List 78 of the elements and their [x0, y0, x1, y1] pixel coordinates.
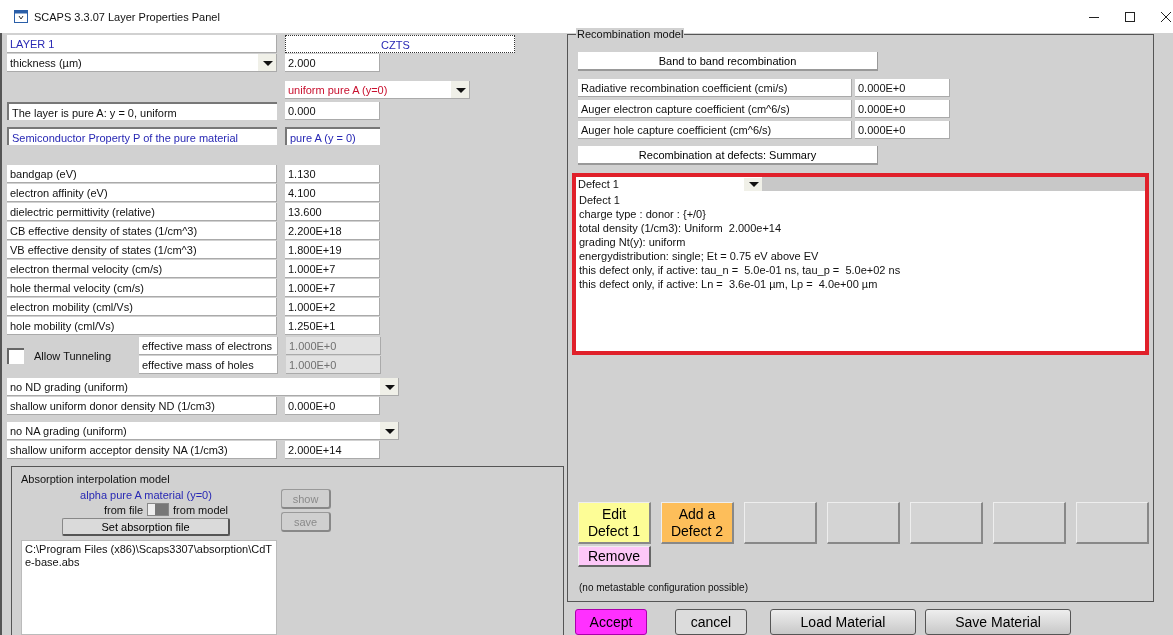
parameter-label: electron thermal velocity (cm/s) [7, 260, 277, 278]
parameter-label: electron mobility (cml/Vs) [7, 298, 277, 316]
save-button[interactable]: Save Material [925, 609, 1071, 635]
toggle-label: from file [103, 503, 144, 516]
close-icon[interactable] [1161, 11, 1171, 22]
tunneling-label: Allow Tunneling [34, 350, 112, 362]
defect-detail-line: energydistribution: single; Et = 0.75 eV above EV [579, 249, 820, 263]
group-title: Absorption interpolation model [21, 473, 171, 485]
parameter-field[interactable]: 1.800E+19 [285, 241, 380, 259]
grading-dropdown[interactable]: no NA grading (uniform) [7, 422, 399, 440]
defect-slot-button[interactable] [744, 502, 817, 544]
parameter-field[interactable]: 1.130 [285, 165, 380, 183]
band-to-band-button[interactable]: Band to band recombination [578, 52, 878, 71]
toggle-label: from model [173, 503, 229, 516]
defect-slot-button[interactable]: Add a Defect 2 [661, 502, 734, 544]
defect-slot-button[interactable] [993, 502, 1066, 544]
app-icon [14, 10, 28, 23]
mass-label: effective mass of electrons [139, 337, 278, 355]
parameter-label: VB effective density of states (1/cm^3) [7, 241, 277, 259]
composition-label: The layer is pure A: y = 0, uniform [7, 102, 277, 120]
maximize-icon[interactable] [1125, 11, 1135, 22]
cancel-button[interactable]: cancel [675, 609, 747, 635]
defect-detail-line: this defect only, if active: tau_n = 5.0e-01 ns, tau_p = 5.0e+02 ns [579, 263, 902, 277]
defect-detail-line: Defect 1 [579, 193, 621, 207]
parameter-field[interactable]: 2.200E+18 [285, 222, 380, 240]
property-value: pure A (y = 0) [285, 127, 380, 145]
density-label: shallow uniform donor density ND (1/cm3) [7, 397, 277, 415]
accept-button[interactable]: Accept [575, 609, 647, 635]
composition-dropdown[interactable]: uniform pure A (y=0) [285, 81, 470, 99]
parameter-field[interactable]: 1.250E+1 [285, 317, 380, 335]
window-title: SCAPS 3.3.07 Layer Properties Panel [34, 10, 220, 23]
mass-label: effective mass of holes [139, 356, 278, 374]
coefficient-label: Auger electron capture coefficient (cm^6/s) [578, 100, 852, 118]
defect-slot-button[interactable] [910, 502, 983, 544]
parameter-field[interactable]: 1.000E+7 [285, 279, 380, 297]
parameter-label: hole thermal velocity (cm/s) [7, 279, 277, 297]
coefficient-label: Auger hole capture coefficient (cm^6/s) [578, 121, 852, 139]
thickness-dropdown[interactable]: thickness (µm) [7, 54, 277, 72]
load-button[interactable]: Load Material [770, 609, 916, 635]
density-field[interactable]: 0.000E+0 [285, 397, 380, 415]
coefficient-field[interactable]: 0.000E+0 [855, 79, 950, 97]
parameter-field[interactable]: 4.100 [285, 184, 380, 202]
tunneling-checkbox[interactable] [7, 348, 24, 364]
absorption-subtitle: alpha pure A material (y=0) [80, 489, 212, 501]
metastable-note: (no metastable configuration possible) [579, 582, 749, 593]
group-title: Recombination model [576, 28, 685, 40]
parameter-field[interactable]: 1.000E+2 [285, 298, 380, 316]
grading-dropdown[interactable]: no ND grading (uniform) [7, 378, 399, 396]
file-path-text: C:\Program Files (x86)\Scaps3307\absorption\CdTe-base.abs [21, 540, 277, 635]
defect-detail-line: total density (1/cm3): Uniform 2.000e+14 [579, 221, 783, 235]
parameter-label: bandgap (eV) [7, 165, 277, 183]
toggle-switch[interactable] [147, 503, 170, 516]
defect-dropdown[interactable]: Defect 1 [576, 177, 762, 191]
defect-detail-line: this defect only, if active: Ln = 3.6e-01 µm, Lp = 4.0e+00 µm [579, 277, 879, 291]
parameter-label: CB effective density of states (1/cm^3) [7, 222, 277, 240]
defect-slot-button[interactable]: Edit Defect 1 [578, 502, 651, 544]
parameter-field[interactable]: 1.000E+7 [285, 260, 380, 278]
parameter-label: hole mobility (cml/Vs) [7, 317, 277, 335]
defect-slot-button[interactable] [827, 502, 900, 544]
density-label: shallow uniform acceptor density NA (1/cm3) [7, 441, 277, 459]
composition-field[interactable]: 0.000 [285, 102, 380, 120]
set-absorption-file-button[interactable]: Set absorption file [62, 518, 230, 536]
thickness-field[interactable]: 2.000 [285, 54, 380, 72]
density-field[interactable]: 2.000E+14 [285, 441, 380, 459]
coefficient-field[interactable]: 0.000E+0 [855, 121, 950, 139]
coefficient-field[interactable]: 0.000E+0 [855, 100, 950, 118]
parameter-label: dielectric permittivity (relative) [7, 203, 277, 221]
layer-name: LAYER 1 [7, 35, 277, 53]
defect-detail-line: charge type : donor : {+/0} [579, 207, 707, 221]
parameter-field[interactable]: 13.600 [285, 203, 380, 221]
property-label: Semiconductor Property P of the pure material [7, 127, 277, 145]
defects-summary-button[interactable]: Recombination at defects: Summary [578, 146, 878, 165]
coefficient-label: Radiative recombination coefficient (cmi/s) [578, 79, 852, 97]
remove-button[interactable]: Remove [578, 546, 651, 567]
defect-slot-button[interactable] [1076, 502, 1149, 544]
defect-detail-line: grading Nt(y): uniform [579, 235, 687, 249]
material-name-field[interactable]: CZTS [285, 35, 515, 53]
parameter-label: electron affinity (eV) [7, 184, 277, 202]
